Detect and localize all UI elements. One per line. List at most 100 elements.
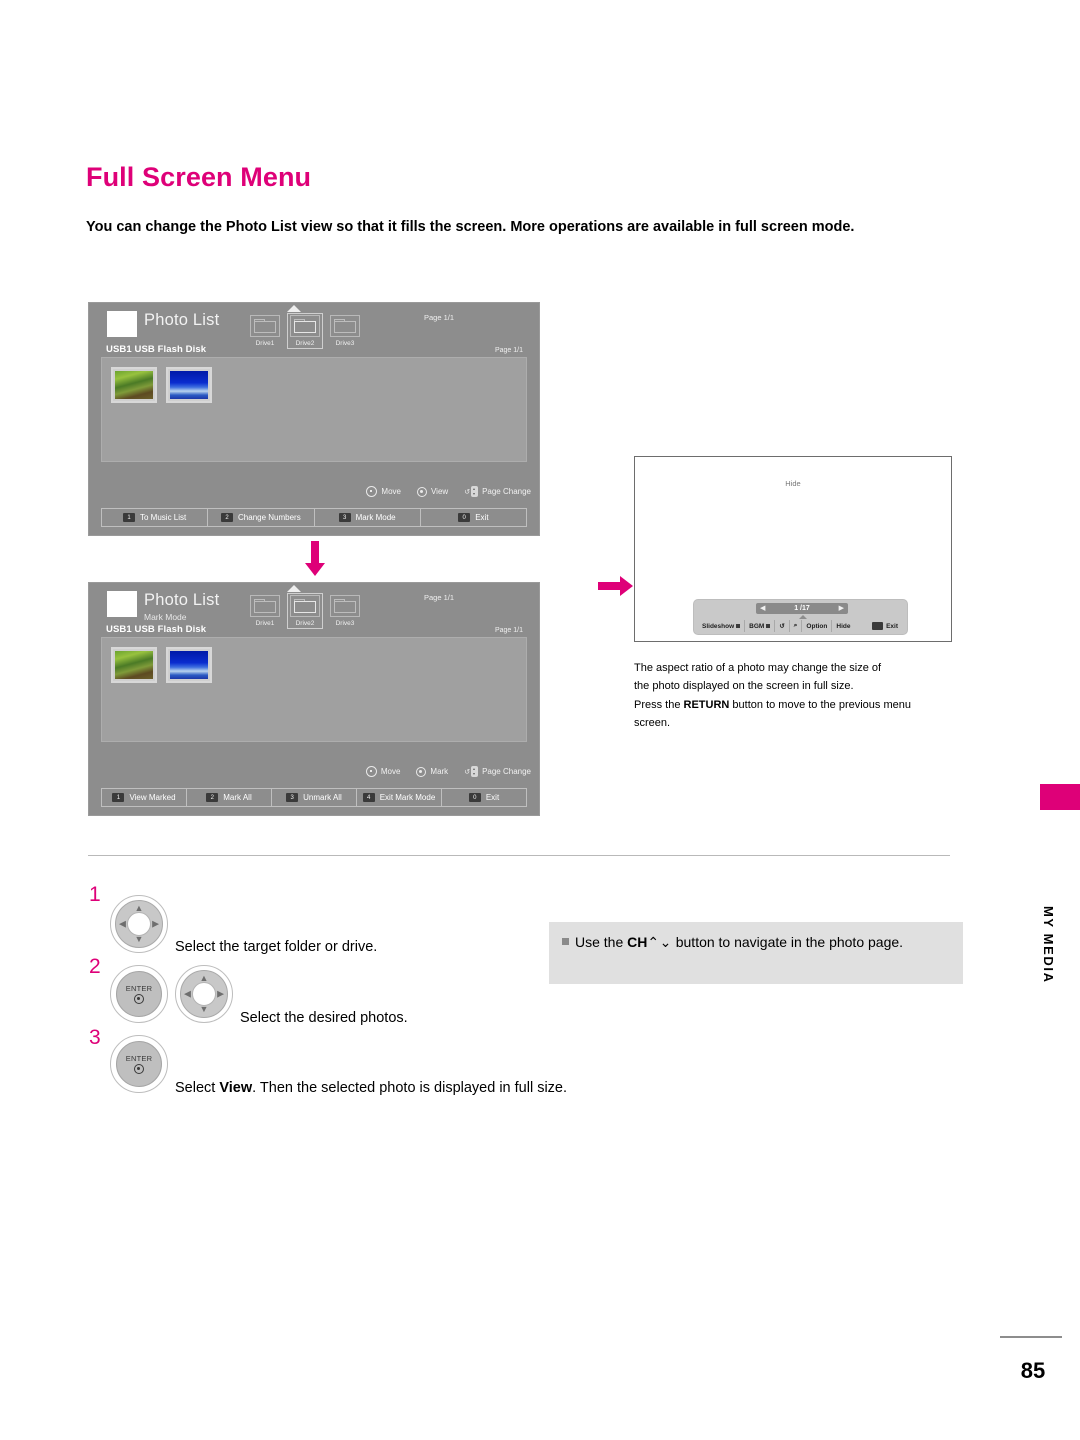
drive-selected-caret-icon — [287, 305, 301, 312]
navigation-hints: Move View ↺ Page Change — [366, 486, 531, 497]
tip-pre: Use the — [575, 934, 628, 950]
color-button[interactable]: 3 Mark Mode — [315, 509, 421, 526]
color-button[interactable]: 4 Exit Mark Mode — [357, 789, 442, 806]
color-button-number: 1 — [112, 793, 125, 802]
tv-screen-mark-mode: Photo List Mark Mode USB1 USB Flash Disk… — [88, 582, 540, 816]
osd-exit-label: Exit — [886, 622, 898, 630]
drive-item-3[interactable]: Drive3 — [329, 315, 361, 347]
osd-item-label: BGM — [749, 622, 765, 630]
color-button[interactable]: 1 To Music List — [102, 509, 209, 526]
dpad-remote-icon: ▲ ▼ ◀ ▶ — [110, 895, 168, 953]
color-button[interactable]: 2 Mark All — [187, 789, 272, 806]
drive-item-2[interactable]: Drive2 — [287, 313, 323, 349]
drive-item-1[interactable]: Drive1 — [249, 595, 281, 627]
page-indicator-top: Page 1/1 — [423, 313, 454, 322]
color-button[interactable]: 2 Change Numbers — [208, 509, 315, 526]
color-button-label: Unmark All — [303, 793, 342, 802]
osd-bgm-button[interactable]: BGM — [745, 620, 776, 632]
step-text-1: Select the target folder or drive. — [175, 939, 378, 955]
step-number-2: 2 — [89, 955, 101, 978]
color-button-number: 3 — [338, 513, 351, 522]
hint-page-change: ↺ Page Change — [464, 766, 531, 777]
folder-open-icon — [290, 315, 320, 337]
tv-source-label: USB1 USB Flash Disk — [106, 344, 207, 355]
color-button[interactable]: 3 Unmark All — [272, 789, 357, 806]
ch-updown-glyph-icon: ⌃⌄ — [647, 934, 672, 950]
hint-view: View — [416, 486, 448, 497]
step-number-3: 3 — [89, 1026, 101, 1049]
tv-title: Photo List — [144, 591, 220, 609]
osd-rotate-button[interactable]: ↺ — [775, 620, 790, 632]
photo-thumbnail[interactable] — [166, 647, 212, 683]
enter-dot-icon — [134, 1064, 144, 1074]
hint-label: Move — [381, 487, 401, 496]
color-button-number: 2 — [206, 793, 219, 802]
color-button-label: Exit — [475, 513, 489, 522]
step3-post: . Then the selected photo is displayed i… — [252, 1080, 568, 1096]
thumbnail-list — [111, 367, 212, 403]
navigation-hints: Move Mark ↺ Page Change — [365, 766, 531, 777]
hint-page-change: ↺ Page Change — [464, 486, 531, 497]
tv-logo-icon — [107, 591, 137, 617]
intro-paragraph: You can change the Photo List view so th… — [86, 219, 855, 235]
note-line-3-pre: Press the — [634, 698, 684, 711]
step-number-1: 1 — [89, 883, 101, 906]
drive-label: Drive2 — [295, 340, 315, 347]
hint-label: Page Change — [482, 487, 531, 496]
photo-thumbnail[interactable] — [111, 647, 157, 683]
drive-item-2[interactable]: Drive2 — [287, 593, 323, 629]
drive-selected-caret-icon — [287, 585, 301, 592]
drive-item-1[interactable]: Drive1 — [249, 315, 281, 347]
note-line-1: The aspect ratio of a photo may change t… — [634, 662, 882, 674]
ch-updown-icon: ↺ — [464, 486, 479, 497]
drive-item-3[interactable]: Drive3 — [329, 595, 361, 627]
pager-next-icon[interactable]: ▶ — [839, 605, 844, 612]
color-button[interactable]: 0 Exit — [442, 789, 526, 806]
color-button-number: 0 — [458, 513, 471, 522]
osd-zoom-button[interactable]: ⌕ — [790, 620, 803, 632]
drive-label: Drive3 — [335, 620, 355, 627]
hint-label: Page Change — [482, 767, 531, 776]
enter-label: ENTER — [125, 984, 153, 993]
ch-updown-icon: ↺ — [464, 766, 479, 777]
pager-prev-icon[interactable]: ◀ — [760, 605, 765, 612]
pager-label: 1 /17 — [794, 605, 810, 612]
hint-move: Move — [366, 486, 401, 497]
photo-thumbnail[interactable] — [166, 367, 212, 403]
tv-source-label: USB1 USB Flash Disk — [106, 624, 207, 635]
photo-grid: Page 1/1 — [101, 627, 527, 742]
dpad-icon — [365, 766, 377, 777]
note-return-keyword: RETURN — [683, 698, 730, 711]
color-button-label: Mark Mode — [355, 513, 396, 522]
fullscreen-photo-preview: Hide ◀ 1 /17 ▶ Slideshow BGM ↺ ⌕ Option … — [634, 456, 952, 642]
osd-hide-button[interactable]: Hide — [832, 620, 854, 632]
color-button-number: 2 — [221, 513, 234, 522]
color-button-number: 3 — [286, 793, 299, 802]
drive-label: Drive1 — [255, 620, 275, 627]
dpad-icon — [366, 486, 378, 497]
folder-icon — [250, 595, 280, 617]
tv-header: Photo List Mark Mode USB1 USB Flash Disk… — [89, 583, 539, 637]
color-button[interactable]: 1 View Marked — [102, 789, 187, 806]
hint-label: Move — [380, 767, 401, 776]
hint-label: Mark — [430, 767, 449, 776]
step3-pre: Select — [175, 1080, 220, 1096]
tv-title: Photo List — [144, 311, 220, 329]
footer-rule — [1000, 1336, 1062, 1338]
ok-icon — [416, 766, 427, 777]
osd-exit-button[interactable]: Exit — [869, 620, 901, 632]
osd-slideshow-button[interactable]: Slideshow — [698, 620, 746, 632]
color-button-number: 1 — [123, 513, 135, 522]
osd-option-button[interactable]: Option — [802, 620, 833, 632]
tv-header: Photo List USB1 USB Flash Disk Drive1 Dr… — [89, 303, 539, 357]
fullscreen-note: The aspect ratio of a photo may change t… — [634, 659, 964, 732]
color-button-label: To Music List — [140, 513, 187, 522]
arrow-down-icon — [305, 541, 325, 576]
color-button[interactable]: 0 Exit — [421, 509, 526, 526]
color-button-label: Exit — [485, 793, 500, 802]
page-title: Full Screen Menu — [86, 162, 312, 192]
note-line-2: the photo displayed on the screen in ful… — [634, 680, 854, 693]
osd-item-label: Option — [806, 622, 828, 630]
photo-thumbnail[interactable] — [111, 367, 157, 403]
osd-item-label: Slideshow — [702, 622, 735, 630]
